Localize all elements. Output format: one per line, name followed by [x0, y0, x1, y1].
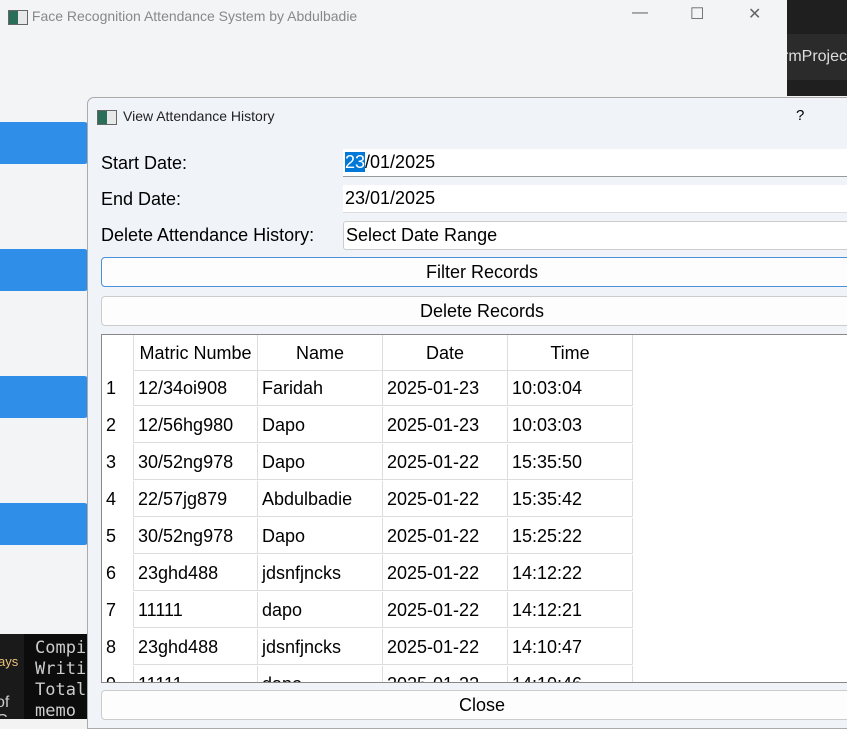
matric-cell: 30/52ng978	[134, 444, 258, 480]
row-number: 2	[102, 407, 134, 443]
filter-records-button[interactable]: Filter Records	[101, 257, 847, 287]
date-cell: 2025-01-22	[383, 666, 508, 682]
column-header-name[interactable]: Name	[258, 335, 383, 371]
matric-cell: 12/34oi908	[134, 370, 258, 406]
attendance-table: Matric Numbe Name Date Time 1 12/34oi908 F…	[101, 334, 847, 683]
time-cell: 15:35:50	[508, 444, 633, 480]
column-header-matric[interactable]: Matric Numbe	[134, 335, 258, 371]
matric-cell: 11111	[134, 666, 258, 682]
name-cell: Dapo	[258, 407, 383, 443]
row-number: 6	[102, 555, 134, 591]
main-titlebar: Face Recognition Attendance System by Ab…	[0, 0, 787, 32]
start-date-label: Start Date:	[101, 153, 188, 173]
matric-cell: 30/52ng978	[134, 518, 258, 554]
attendance-history-dialog: View Attendance History ? Start Date: 23…	[87, 97, 847, 729]
name-cell: Dapo	[258, 518, 383, 554]
row-number: 1	[102, 370, 134, 406]
matric-cell: 23ghd488	[134, 555, 258, 591]
row-number: 3	[102, 444, 134, 480]
menu-button[interactable]	[0, 376, 90, 418]
time-cell: 14:12:21	[508, 592, 633, 628]
menu-button[interactable]	[0, 249, 90, 291]
row-number: 5	[102, 518, 134, 554]
row-number: 9	[102, 666, 134, 682]
date-cell: 2025-01-22	[383, 629, 508, 665]
dialog-title: View Attendance History	[123, 108, 275, 124]
matric-cell: 23ghd488	[134, 629, 258, 665]
close-button[interactable]: Close	[101, 690, 847, 720]
time-cell: 10:03:03	[508, 407, 633, 443]
dialog-icon	[97, 110, 117, 125]
name-cell: Dapo	[258, 444, 383, 480]
date-cell: 2025-01-22	[383, 518, 508, 554]
date-cell: 2025-01-22	[383, 555, 508, 591]
date-cell: 2025-01-22	[383, 481, 508, 517]
row-number: 8	[102, 629, 134, 665]
time-cell: 10:03:04	[508, 370, 633, 406]
close-window-button[interactable]: ✕	[748, 4, 761, 24]
editor-tab[interactable]: rmProject	[787, 34, 847, 80]
name-cell: Abdulbadie	[258, 481, 383, 517]
terminal-background: aysof G CompiWritiTotalmemo	[0, 634, 90, 719]
column-header-time[interactable]: Time	[508, 335, 633, 371]
row-number: 7	[102, 592, 134, 628]
name-cell: jdsnfjncks	[258, 555, 383, 591]
end-date-input[interactable]: 23/01/2025	[343, 185, 847, 213]
maximize-button[interactable]: ☐	[690, 4, 704, 24]
terminal-sidebar: aysof G	[0, 634, 24, 719]
date-cell: 2025-01-23	[383, 370, 508, 406]
matric-cell: 12/56hg980	[134, 407, 258, 443]
name-cell: Faridah	[258, 370, 383, 406]
help-button[interactable]: ?	[796, 107, 804, 124]
column-header-date[interactable]: Date	[383, 335, 508, 371]
matric-cell: 22/57jg879	[134, 481, 258, 517]
time-cell: 14:12:22	[508, 555, 633, 591]
minimize-button[interactable]: —	[632, 4, 648, 22]
name-cell: dapo	[258, 666, 383, 682]
time-cell: 15:25:22	[508, 518, 633, 554]
end-date-label: End Date:	[101, 189, 182, 209]
name-cell: jdsnfjncks	[258, 629, 383, 665]
name-cell: dapo	[258, 592, 383, 628]
delete-range-select[interactable]: Select Date Range	[343, 221, 847, 250]
editor-background: rmProject	[787, 0, 847, 96]
date-cell: 2025-01-22	[383, 592, 508, 628]
date-cell: 2025-01-23	[383, 407, 508, 443]
row-number: 4	[102, 481, 134, 517]
delete-records-button[interactable]: Delete Records	[101, 296, 847, 326]
menu-button[interactable]	[0, 122, 90, 164]
terminal-output: Compi Writi Total memo	[35, 638, 87, 719]
delete-history-label: Delete Attendance History:	[101, 225, 315, 245]
time-cell: 15:35:42	[508, 481, 633, 517]
start-date-selected: 23	[345, 152, 366, 172]
start-date-rest: /01/2025	[365, 152, 436, 172]
main-title: Face Recognition Attendance System by Ab…	[31, 8, 358, 24]
matric-cell: 11111	[134, 592, 258, 628]
date-cell: 2025-01-22	[383, 444, 508, 480]
menu-button[interactable]	[0, 503, 90, 545]
start-date-input[interactable]: 23/01/2025	[343, 149, 847, 177]
app-icon	[8, 9, 28, 25]
time-cell: 14:10:46	[508, 666, 633, 682]
time-cell: 14:10:47	[508, 629, 633, 665]
